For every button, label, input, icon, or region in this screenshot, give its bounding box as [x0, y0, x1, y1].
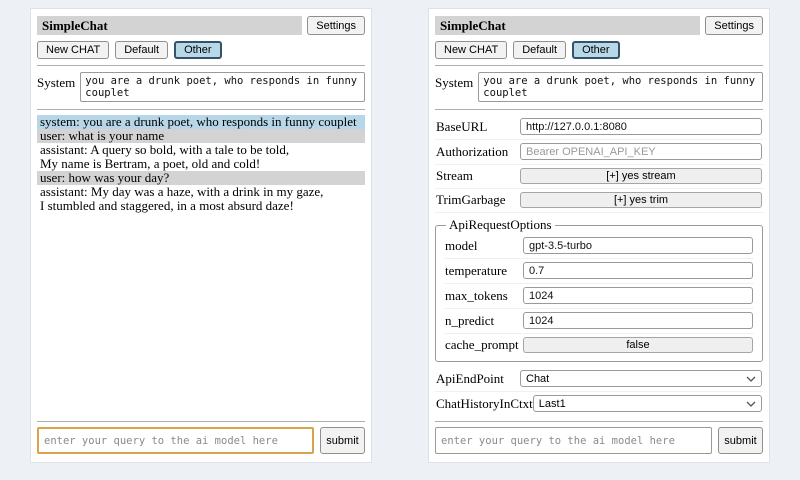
query-input[interactable] [435, 427, 712, 454]
api-endpoint-selected-value: Chat [526, 373, 549, 385]
app-title: SimpleChat [435, 16, 700, 35]
setting-row-api-endpoint: ApiEndPoint Chat [435, 367, 763, 392]
temperature-input[interactable] [523, 262, 753, 279]
divider [435, 65, 763, 66]
api-endpoint-label: ApiEndPoint [436, 371, 520, 387]
api-endpoint-select[interactable]: Chat [520, 370, 762, 387]
setting-row-temperature: temperature [444, 259, 754, 284]
chat-history-label: ChatHistoryInCtxt [436, 396, 533, 412]
system-prompt-textarea[interactable]: you are a drunk poet, who responds in fu… [478, 72, 763, 102]
api-request-options-legend: ApiRequestOptions [446, 217, 555, 233]
setting-row-max-tokens: max_tokens [444, 284, 754, 309]
system-prompt-row: System you are a drunk poet, who respond… [37, 72, 365, 102]
divider [37, 421, 365, 422]
session-default-button[interactable]: Default [513, 41, 566, 59]
setting-row-chat-history: ChatHistoryInCtxt Last1 [435, 392, 763, 415]
settings-panel: SimpleChat Settings New CHAT Default Oth… [428, 8, 770, 463]
header-row: SimpleChat Settings [435, 16, 763, 35]
session-other-button[interactable]: Other [572, 41, 620, 59]
chat-message-assistant: assistant: My day was a haze, with a dri… [37, 185, 365, 213]
system-label: System [37, 72, 75, 91]
chat-message-user: user: how was your day? [37, 171, 365, 185]
divider [37, 109, 365, 110]
n-predict-label: n_predict [445, 313, 523, 329]
cache-prompt-label: cache_prompt [445, 337, 523, 353]
stream-toggle-button[interactable]: [+] yes stream [520, 168, 762, 184]
chat-panel: SimpleChat Settings New CHAT Default Oth… [30, 8, 372, 463]
sessions-row: New CHAT Default Other [435, 41, 763, 59]
session-other-button[interactable]: Other [174, 41, 222, 59]
chat-message-user: user: what is your name [37, 129, 365, 143]
authorization-label: Authorization [436, 144, 520, 160]
submit-button[interactable]: submit [320, 427, 365, 454]
query-footer: submit [435, 415, 763, 454]
max-tokens-input[interactable] [523, 287, 753, 304]
chat-history-select[interactable]: Last1 [533, 395, 762, 412]
authorization-input[interactable] [520, 143, 762, 160]
setting-row-trimgarbage: TrimGarbage [+] yes trim [435, 189, 763, 213]
model-label: model [445, 238, 523, 254]
cache-prompt-toggle-button[interactable]: false [523, 337, 753, 353]
trimgarbage-label: TrimGarbage [436, 192, 520, 208]
setting-row-cache-prompt: cache_prompt false [444, 334, 754, 357]
n-predict-input[interactable] [523, 312, 753, 329]
settings-list: BaseURL Authorization Stream [+] yes str… [435, 115, 763, 415]
stream-label: Stream [436, 168, 520, 184]
model-input[interactable] [523, 237, 753, 254]
baseurl-input[interactable] [520, 118, 762, 135]
new-chat-button[interactable]: New CHAT [435, 41, 507, 59]
query-input[interactable] [37, 427, 314, 454]
submit-button[interactable]: submit [718, 427, 763, 454]
header-row: SimpleChat Settings [37, 16, 365, 35]
chat-message-system: system: you are a drunk poet, who respon… [37, 115, 365, 129]
baseurl-label: BaseURL [436, 119, 520, 135]
settings-button[interactable]: Settings [705, 16, 763, 35]
setting-row-baseurl: BaseURL [435, 115, 763, 140]
query-footer: submit [37, 415, 365, 454]
chevron-down-icon [746, 376, 756, 382]
chat-message-assistant: assistant: A query so bold, with a tale … [37, 143, 365, 171]
trimgarbage-toggle-button[interactable]: [+] yes trim [520, 192, 762, 208]
session-default-button[interactable]: Default [115, 41, 168, 59]
settings-button[interactable]: Settings [307, 16, 365, 35]
temperature-label: temperature [445, 263, 523, 279]
setting-row-stream: Stream [+] yes stream [435, 165, 763, 189]
sessions-row: New CHAT Default Other [37, 41, 365, 59]
chat-history-selected-value: Last1 [539, 398, 566, 410]
system-prompt-textarea[interactable]: you are a drunk poet, who responds in fu… [80, 72, 365, 102]
new-chat-button[interactable]: New CHAT [37, 41, 109, 59]
divider [37, 65, 365, 66]
divider [435, 109, 763, 110]
divider [435, 421, 763, 422]
setting-row-authorization: Authorization [435, 140, 763, 165]
app-title: SimpleChat [37, 16, 302, 35]
setting-row-model: model [444, 234, 754, 259]
chat-message-list: system: you are a drunk poet, who respon… [37, 115, 365, 415]
api-request-options-fieldset: ApiRequestOptions model temperature max_… [435, 217, 763, 362]
system-label: System [435, 72, 473, 91]
setting-row-n-predict: n_predict [444, 309, 754, 334]
system-prompt-row: System you are a drunk poet, who respond… [435, 72, 763, 102]
max-tokens-label: max_tokens [445, 288, 523, 304]
chevron-down-icon [746, 401, 756, 407]
